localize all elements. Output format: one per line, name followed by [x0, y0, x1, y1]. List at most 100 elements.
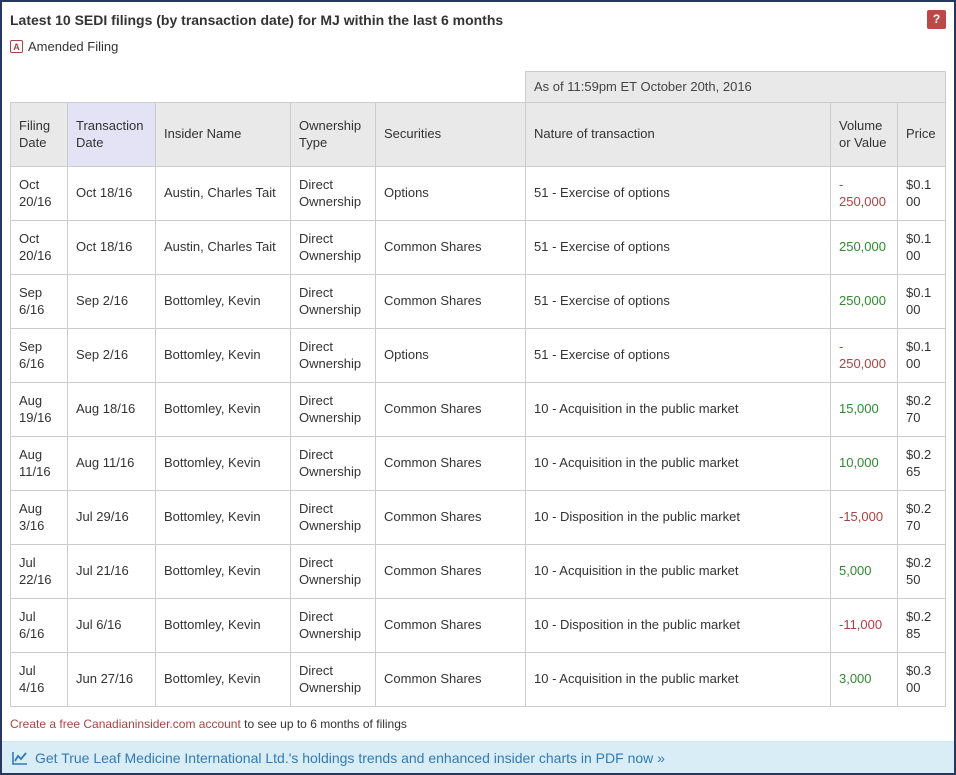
insider-name-cell: Bottomley, Kevin — [156, 382, 291, 436]
transaction-date-cell: Sep 2/16 — [68, 274, 156, 328]
volume-cell: 15,000 — [830, 382, 897, 436]
ownership-type-cell: Direct Ownership — [291, 220, 376, 274]
page-title: Latest 10 SEDI filings (by transaction d… — [10, 10, 503, 28]
help-button[interactable]: ? — [927, 10, 946, 29]
create-account-link[interactable]: Create a free Canadianinsider.com accoun… — [10, 717, 241, 731]
transaction-date-cell: Jun 27/16 — [68, 652, 156, 706]
table-row: Jul 6/16 Jul 6/16 Bottomley, Kevin Direc… — [11, 598, 946, 652]
securities-cell: Common Shares — [376, 598, 526, 652]
transaction-date-cell: Aug 18/16 — [68, 382, 156, 436]
column-header-nature[interactable]: Nature of transaction — [526, 102, 831, 166]
securities-cell: Common Shares — [376, 436, 526, 490]
price-cell: $0.100 — [897, 328, 945, 382]
ownership-type-cell: Direct Ownership — [291, 490, 376, 544]
ownership-type-cell: Direct Ownership — [291, 328, 376, 382]
table-row: Jul 4/16 Jun 27/16 Bottomley, Kevin Dire… — [11, 652, 946, 706]
volume-cell: 250,000 — [830, 274, 897, 328]
insider-name-cell: Bottomley, Kevin — [156, 490, 291, 544]
column-header-transaction-date[interactable]: Transaction Date — [68, 102, 156, 166]
table-row: Sep 6/16 Sep 2/16 Bottomley, Kevin Direc… — [11, 274, 946, 328]
price-cell: $0.270 — [897, 490, 945, 544]
transaction-date-cell: Jul 6/16 — [68, 598, 156, 652]
ownership-type-cell: Direct Ownership — [291, 274, 376, 328]
nature-cell: 51 - Exercise of options — [526, 274, 831, 328]
insider-name-cell: Bottomley, Kevin — [156, 544, 291, 598]
transaction-date-cell: Aug 11/16 — [68, 436, 156, 490]
filing-date-cell: Sep 6/16 — [11, 274, 68, 328]
ownership-type-cell: Direct Ownership — [291, 598, 376, 652]
securities-cell: Common Shares — [376, 652, 526, 706]
transaction-date-cell: Oct 18/16 — [68, 220, 156, 274]
column-header-filing-date[interactable]: Filing Date — [11, 102, 68, 166]
volume-cell: 3,000 — [830, 652, 897, 706]
securities-cell: Common Shares — [376, 220, 526, 274]
filing-date-cell: Oct 20/16 — [11, 220, 68, 274]
nature-cell: 10 - Disposition in the public market — [526, 490, 831, 544]
amended-filing-label: Amended Filing — [28, 39, 118, 54]
table-row: Oct 20/16 Oct 18/16 Austin, Charles Tait… — [11, 220, 946, 274]
volume-cell: 10,000 — [830, 436, 897, 490]
insider-name-cell: Austin, Charles Tait — [156, 220, 291, 274]
filings-table: As of 11:59pm ET October 20th, 2016 Fili… — [10, 71, 946, 707]
filing-date-cell: Sep 6/16 — [11, 328, 68, 382]
securities-cell: Common Shares — [376, 544, 526, 598]
securities-cell: Common Shares — [376, 382, 526, 436]
column-header-insider-name[interactable]: Insider Name — [156, 102, 291, 166]
price-cell: $0.285 — [897, 598, 945, 652]
nature-cell: 10 - Disposition in the public market — [526, 598, 831, 652]
nature-cell: 10 - Acquisition in the public market — [526, 544, 831, 598]
price-cell: $0.270 — [897, 382, 945, 436]
volume-cell: -15,000 — [830, 490, 897, 544]
nature-cell: 51 - Exercise of options — [526, 220, 831, 274]
sedi-filings-widget: Latest 10 SEDI filings (by transaction d… — [0, 0, 956, 775]
filing-date-cell: Aug 19/16 — [11, 382, 68, 436]
column-header-ownership-type[interactable]: Ownership Type — [291, 102, 376, 166]
pdf-promo-bar: Get True Leaf Medicine International Ltd… — [2, 741, 954, 774]
filing-date-cell: Jul 6/16 — [11, 598, 68, 652]
table-row: Sep 6/16 Sep 2/16 Bottomley, Kevin Direc… — [11, 328, 946, 382]
filing-date-cell: Jul 22/16 — [11, 544, 68, 598]
price-cell: $0.250 — [897, 544, 945, 598]
account-promo-suffix: to see up to 6 months of filings — [241, 717, 407, 731]
filing-date-cell: Aug 11/16 — [11, 436, 68, 490]
asof-spacer — [11, 72, 526, 103]
line-chart-icon — [12, 751, 28, 765]
account-promo: Create a free Canadianinsider.com accoun… — [2, 707, 954, 741]
ownership-type-cell: Direct Ownership — [291, 544, 376, 598]
column-header-volume[interactable]: Volume or Value — [830, 102, 897, 166]
nature-cell: 51 - Exercise of options — [526, 328, 831, 382]
ownership-type-cell: Direct Ownership — [291, 382, 376, 436]
as-of-row: As of 11:59pm ET October 20th, 2016 — [11, 72, 946, 103]
filing-date-cell: Oct 20/16 — [11, 166, 68, 220]
volume-cell: - 250,000 — [830, 328, 897, 382]
amended-filing-legend: A Amended Filing — [2, 29, 954, 54]
nature-cell: 10 - Acquisition in the public market — [526, 652, 831, 706]
nature-cell: 10 - Acquisition in the public market — [526, 436, 831, 490]
filing-date-cell: Aug 3/16 — [11, 490, 68, 544]
volume-cell: 250,000 — [830, 220, 897, 274]
pdf-report-link[interactable]: Get True Leaf Medicine International Ltd… — [35, 750, 665, 766]
ownership-type-cell: Direct Ownership — [291, 652, 376, 706]
column-header-securities[interactable]: Securities — [376, 102, 526, 166]
insider-name-cell: Bottomley, Kevin — [156, 436, 291, 490]
price-cell: $0.265 — [897, 436, 945, 490]
table-row: Aug 11/16 Aug 11/16 Bottomley, Kevin Dir… — [11, 436, 946, 490]
nature-cell: 51 - Exercise of options — [526, 166, 831, 220]
price-cell: $0.100 — [897, 274, 945, 328]
insider-name-cell: Bottomley, Kevin — [156, 598, 291, 652]
securities-cell: Options — [376, 328, 526, 382]
column-header-row: Filing Date Transaction Date Insider Nam… — [11, 102, 946, 166]
price-cell: $0.100 — [897, 220, 945, 274]
transaction-date-cell: Jul 21/16 — [68, 544, 156, 598]
transaction-date-cell: Jul 29/16 — [68, 490, 156, 544]
table-row: Aug 3/16 Jul 29/16 Bottomley, Kevin Dire… — [11, 490, 946, 544]
table-row: Aug 19/16 Aug 18/16 Bottomley, Kevin Dir… — [11, 382, 946, 436]
insider-name-cell: Bottomley, Kevin — [156, 274, 291, 328]
volume-cell: -11,000 — [830, 598, 897, 652]
securities-cell: Options — [376, 166, 526, 220]
column-header-price[interactable]: Price — [897, 102, 945, 166]
nature-cell: 10 - Acquisition in the public market — [526, 382, 831, 436]
transaction-date-cell: Sep 2/16 — [68, 328, 156, 382]
table-row: Jul 22/16 Jul 21/16 Bottomley, Kevin Dir… — [11, 544, 946, 598]
as-of-timestamp: As of 11:59pm ET October 20th, 2016 — [526, 72, 946, 103]
